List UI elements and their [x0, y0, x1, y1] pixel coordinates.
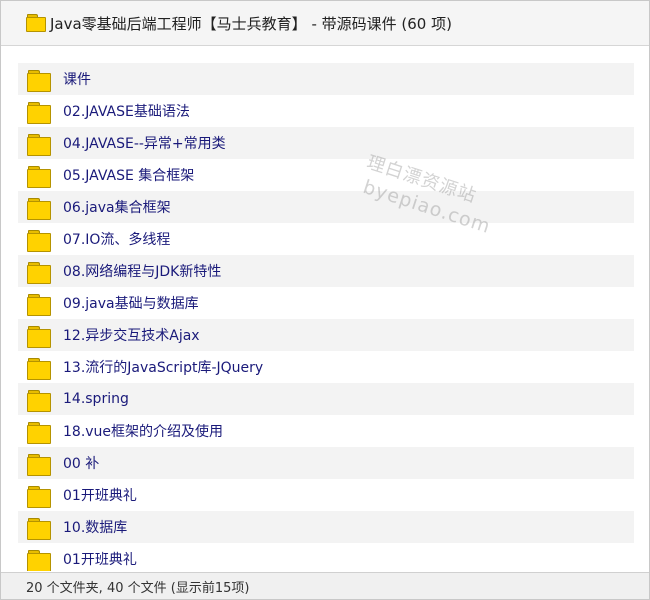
folder-icon	[27, 390, 51, 412]
status-text: 20 个文件夹, 40 个文件 (显示前15项)	[26, 581, 250, 596]
folder-name: 12.异步交互技术Ajax	[63, 328, 200, 344]
list-item[interactable]: 06.java集合框架	[18, 191, 634, 223]
folder-name: 06.java集合框架	[63, 200, 171, 216]
window-title: Java零基础后端工程师【马士兵教育】 - 带源码课件 (60 项)	[50, 14, 452, 33]
list-item[interactable]: 07.IO流、多线程	[18, 223, 634, 255]
folder-name: 01开班典礼	[63, 488, 137, 504]
folder-name: 18.vue框架的介绍及使用	[63, 424, 224, 440]
list-item[interactable]: 01开班典礼	[18, 479, 634, 511]
folder-icon	[27, 230, 51, 252]
list-item[interactable]: 05.JAVASE 集合框架	[18, 159, 634, 191]
folder-icon	[27, 166, 51, 188]
folder-icon	[27, 198, 51, 220]
folder-icon	[27, 70, 51, 92]
list-item[interactable]: 12.异步交互技术Ajax	[18, 319, 634, 351]
folder-name: 01开班典礼	[63, 552, 137, 568]
folder-name: 13.流行的JavaScript库-JQuery	[63, 360, 264, 376]
folder-name: 10.数据库	[63, 520, 128, 536]
folder-icon	[27, 134, 51, 156]
list-item[interactable]: 13.流行的JavaScript库-JQuery	[18, 351, 634, 383]
folder-name: 09.java基础与数据库	[63, 296, 199, 312]
list-item[interactable]: 课件	[18, 63, 634, 95]
folder-icon	[27, 102, 51, 124]
list-item[interactable]: 02.JAVASE基础语法	[18, 95, 634, 127]
folder-icon	[27, 262, 51, 284]
folder-icon	[27, 326, 51, 348]
folder-name: 07.IO流、多线程	[63, 232, 171, 248]
list-item[interactable]: 08.网络编程与JDK新特性	[18, 255, 634, 287]
folder-name: 04.JAVASE--异常+常用类	[63, 136, 226, 152]
list-item[interactable]: 01开班典礼	[18, 543, 634, 571]
folder-icon	[27, 518, 51, 540]
folder-name: 课件	[63, 72, 91, 88]
folder-icon	[27, 294, 51, 316]
folder-icon	[27, 486, 51, 508]
folder-name: 02.JAVASE基础语法	[63, 104, 190, 120]
folder-name: 00 补	[63, 456, 100, 472]
list-item[interactable]: 10.数据库	[18, 511, 634, 543]
folder-icon	[27, 550, 51, 571]
folder-name: 14.spring	[63, 391, 129, 407]
folder-name: 08.网络编程与JDK新特性	[63, 264, 222, 280]
list-item[interactable]: 04.JAVASE--异常+常用类	[18, 127, 634, 159]
folder-name: 05.JAVASE 集合框架	[63, 168, 195, 184]
folder-list: 课件 02.JAVASE基础语法 04.JAVASE--异常+常用类 05.JA…	[18, 63, 634, 571]
list-item[interactable]: 09.java基础与数据库	[18, 287, 634, 319]
folder-icon	[27, 422, 51, 444]
window-titlebar: Java零基础后端工程师【马士兵教育】 - 带源码课件 (60 项)	[1, 1, 649, 46]
file-list-window: Java零基础后端工程师【马士兵教育】 - 带源码课件 (60 项) 课件 02…	[0, 0, 650, 600]
folder-icon	[27, 358, 51, 380]
list-item[interactable]: 14.spring	[18, 383, 634, 415]
folder-icon	[27, 454, 51, 476]
folder-icon	[26, 14, 46, 32]
list-item[interactable]: 18.vue框架的介绍及使用	[18, 415, 634, 447]
list-item[interactable]: 00 补	[18, 447, 634, 479]
status-bar: 20 个文件夹, 40 个文件 (显示前15项)	[1, 572, 649, 599]
